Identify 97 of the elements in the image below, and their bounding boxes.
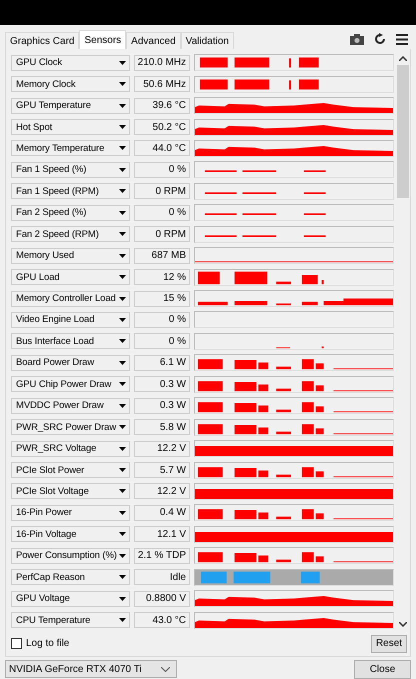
- caret-icon: [119, 532, 126, 536]
- sensor-dropdown[interactable]: Power Consumption (%): [11, 548, 130, 564]
- sensor-dropdown[interactable]: Memory Temperature: [11, 140, 130, 156]
- sensor-value: 0.4 W: [134, 504, 190, 521]
- close-button[interactable]: Close: [354, 660, 411, 679]
- caret-icon: [119, 446, 126, 451]
- sensor-value: 12 %: [134, 269, 190, 286]
- caret-icon: [119, 318, 126, 322]
- sensor-value: 12.2 V: [134, 440, 190, 457]
- sensor-value: 0.3 W: [134, 398, 190, 414]
- caret-icon: [119, 382, 126, 386]
- sensor-value: 0 %: [134, 333, 190, 350]
- caret-icon: [119, 296, 126, 301]
- sensor-value: 50.2 °C: [134, 119, 190, 136]
- caret-icon: [119, 575, 126, 580]
- sensor-dropdown[interactable]: Fan 2 Speed (RPM): [11, 226, 130, 242]
- sensor-dropdown[interactable]: PerfCap Reason: [11, 569, 130, 586]
- checkbox-label: Log to file: [26, 638, 70, 650]
- sensor-value: 5.7 W: [134, 462, 190, 478]
- sensor-dropdown[interactable]: PWR_SRC Power Draw: [11, 419, 130, 436]
- gpu-select[interactable]: NVIDIA GeForce RTX 4070 Ti: [5, 660, 177, 678]
- sensor-value: 0 %: [134, 162, 190, 178]
- sensor-value: 50.6 MHz: [134, 76, 190, 92]
- caret-icon: [119, 425, 126, 430]
- sensor-dropdown[interactable]: Memory Clock: [11, 76, 130, 92]
- caret-icon: [119, 189, 126, 194]
- caret-icon: [119, 275, 126, 280]
- sensor-value: 39.6 °C: [134, 98, 190, 114]
- sensor-dropdown[interactable]: PCIe Slot Power: [11, 462, 130, 478]
- sensor-dropdown[interactable]: PCIe Slot Voltage: [11, 483, 130, 500]
- sensor-value: 15 %: [134, 290, 190, 307]
- tab[interactable]: Validation: [180, 32, 234, 49]
- sensor-dropdown[interactable]: Fan 1 Speed (RPM): [11, 183, 130, 200]
- tab[interactable]: Advanced: [126, 32, 181, 49]
- sensor-dropdown[interactable]: GPU Chip Power Draw: [11, 376, 130, 392]
- sensor-value: 0 RPM: [134, 183, 190, 200]
- sensor-value: 12.1 V: [134, 526, 190, 542]
- caret-icon: [119, 60, 126, 65]
- sensor-value: 0 RPM: [134, 226, 190, 242]
- sensor-value: 2.1 % TDP: [134, 548, 190, 564]
- caret-icon: [119, 489, 126, 494]
- caret-icon: [119, 404, 126, 408]
- camera-icon[interactable]: [350, 34, 364, 44]
- caret-icon: [119, 168, 126, 172]
- sensor-value: 6.1 W: [134, 354, 190, 371]
- sensor-dropdown[interactable]: GPU Clock: [11, 54, 130, 71]
- scroll-thumb[interactable]: [397, 65, 409, 198]
- sensor-value: 0.3 W: [134, 376, 190, 392]
- sensor-dropdown[interactable]: Bus Interface Load: [11, 333, 130, 350]
- sensor-dropdown[interactable]: 16-Pin Power: [11, 504, 130, 521]
- scroll-up-icon[interactable]: [399, 56, 407, 61]
- sensor-value: 210.0 MHz: [134, 54, 190, 71]
- sensor-dropdown[interactable]: Fan 1 Speed (%): [11, 162, 130, 178]
- sensor-value: 44.0 °C: [134, 140, 190, 156]
- sensor-dropdown[interactable]: Video Engine Load: [11, 312, 130, 328]
- caret-icon: [119, 596, 126, 601]
- caret-icon: [119, 232, 126, 236]
- sensor-dropdown[interactable]: GPU Load: [11, 269, 130, 286]
- sensor-dropdown[interactable]: GPU Voltage: [11, 590, 130, 607]
- sensor-dropdown[interactable]: Memory Used: [11, 248, 130, 264]
- refresh-icon[interactable]: [374, 33, 386, 45]
- caret-icon: [119, 360, 126, 365]
- sensor-value: Idle: [134, 569, 190, 586]
- chevron-icon: [161, 666, 170, 672]
- sensor-value: 0 %: [134, 204, 190, 221]
- tab[interactable]: Graphics Card: [5, 32, 80, 49]
- caret-icon: [119, 339, 126, 344]
- sensor-value: 0.8800 V: [134, 590, 190, 607]
- caret-icon: [119, 618, 126, 622]
- sensor-dropdown[interactable]: CPU Temperature: [11, 612, 130, 628]
- sensor-value: 43.0 °C: [134, 612, 190, 628]
- caret-icon: [119, 468, 126, 472]
- sensor-dropdown[interactable]: Fan 2 Speed (%): [11, 204, 130, 221]
- caret-icon: [119, 554, 126, 558]
- sensor-dropdown[interactable]: PWR_SRC Voltage: [11, 440, 130, 457]
- sensor-dropdown[interactable]: Board Power Draw: [11, 354, 130, 371]
- scroll-down-icon[interactable]: [399, 622, 407, 627]
- caret-icon: [119, 510, 126, 515]
- sensor-dropdown[interactable]: 16-Pin Voltage: [11, 526, 130, 542]
- caret-icon: [119, 146, 126, 150]
- log-checkbox[interactable]: [11, 638, 22, 650]
- caret-icon: [119, 254, 126, 258]
- caret-icon: [119, 210, 126, 215]
- sensor-value: 687 MB: [134, 248, 190, 264]
- caret-icon: [119, 82, 126, 86]
- sensor-dropdown[interactable]: MVDDC Power Draw: [11, 398, 130, 414]
- sensor-value: 12.2 V: [134, 483, 190, 500]
- sensor-dropdown[interactable]: Memory Controller Load: [11, 290, 130, 307]
- sensor-dropdown[interactable]: GPU Temperature: [11, 98, 130, 114]
- sensor-value: 5.8 W: [134, 419, 190, 436]
- sensor-value: 0 %: [134, 312, 190, 328]
- caret-icon: [119, 104, 126, 108]
- tab[interactable]: Sensors: [79, 30, 126, 49]
- caret-icon: [119, 125, 126, 130]
- sensor-dropdown[interactable]: Hot Spot: [11, 119, 130, 136]
- menu-icon[interactable]: [396, 34, 408, 44]
- reset-button[interactable]: Reset: [371, 634, 407, 653]
